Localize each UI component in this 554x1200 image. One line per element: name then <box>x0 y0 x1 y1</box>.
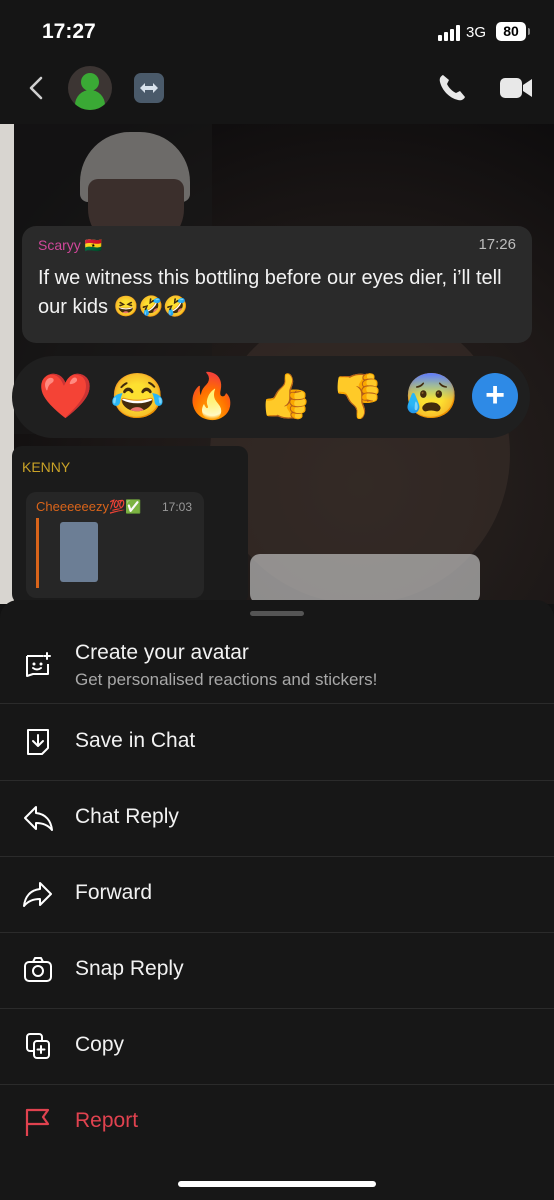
video-camera-icon[interactable] <box>498 75 534 101</box>
phone-icon[interactable] <box>436 72 468 104</box>
quoted-time: 17:03 <box>161 500 192 514</box>
chat-reply-row[interactable]: Chat Reply <box>0 780 554 857</box>
copy-row[interactable]: Copy <box>0 1008 554 1085</box>
create-avatar-label: Create your avatar <box>75 641 249 664</box>
reaction-anxious[interactable]: 😰 <box>404 370 459 424</box>
avatar-sticker-icon <box>26 652 51 677</box>
add-reaction-button[interactable]: + <box>472 373 518 419</box>
quoted-photo-thumbnail <box>60 522 98 582</box>
reply-sender: KENNY <box>22 459 71 475</box>
reaction-laughing[interactable]: 😂 <box>110 370 165 424</box>
reaction-thumbs-down[interactable]: 👎 <box>330 370 385 424</box>
reaction-heart[interactable]: ❤️ <box>38 370 93 424</box>
status-bar: 17:27 3G 80 <box>0 0 554 62</box>
copy-icon <box>26 1033 50 1059</box>
save-in-chat-row[interactable]: Save in Chat <box>0 704 554 781</box>
forward-arrow-icon <box>23 882 52 907</box>
save-in-chat-icon <box>27 729 49 755</box>
home-indicator[interactable] <box>178 1181 376 1187</box>
bitmoji-shortcut-icon[interactable] <box>134 73 164 103</box>
network-label: 3G <box>466 24 487 41</box>
camera-icon <box>24 957 52 982</box>
reaction-fire[interactable]: 🔥 <box>184 370 239 424</box>
selected-message-bubble[interactable]: Scaryy 🇬🇭 17:26 If we witness this bottl… <box>22 226 532 343</box>
chat-avatar[interactable] <box>68 66 112 110</box>
flag-icon <box>25 1108 50 1136</box>
copy-label: Copy <box>75 1033 125 1056</box>
chat-reply-label: Chat Reply <box>75 805 179 828</box>
message-sender: Scaryy 🇬🇭 <box>38 237 103 253</box>
reaction-bar: ❤️ 😂 🔥 👍 👎 😰 + <box>12 356 530 438</box>
forward-row[interactable]: Forward <box>0 856 554 933</box>
quoted-sender: Cheeeeeezy💯✅ <box>36 499 142 514</box>
save-in-chat-label: Save in Chat <box>75 729 196 752</box>
quoted-message[interactable]: Cheeeeeezy💯✅ 17:03 <box>26 492 204 598</box>
snap-reply-row[interactable]: Snap Reply <box>0 932 554 1009</box>
create-avatar-row[interactable]: Create your avatar Get personalised reac… <box>0 624 554 704</box>
reaction-thumbs-up[interactable]: 👍 <box>258 370 313 424</box>
forward-label: Forward <box>75 881 153 904</box>
report-label: Report <box>75 1109 139 1132</box>
quote-bar <box>36 518 39 588</box>
report-row[interactable]: Report <box>0 1084 554 1160</box>
message-time: 17:26 <box>478 236 516 253</box>
reply-arrow-icon <box>24 806 53 831</box>
sheet-handle[interactable] <box>250 611 304 616</box>
status-time: 17:27 <box>42 20 96 43</box>
create-avatar-subtitle: Get personalised reactions and stickers! <box>75 670 378 689</box>
back-chevron-icon[interactable] <box>24 74 52 102</box>
chat-header <box>0 62 554 124</box>
action-sheet: Create your avatar Get personalised reac… <box>0 600 554 1200</box>
message-text: If we witness this bottling before our e… <box>38 267 502 318</box>
snap-reply-label: Snap Reply <box>75 957 184 980</box>
battery-icon: 80 <box>496 22 530 41</box>
reply-message-card[interactable]: KENNY Cheeeeeezy💯✅ 17:03 <box>12 446 248 604</box>
